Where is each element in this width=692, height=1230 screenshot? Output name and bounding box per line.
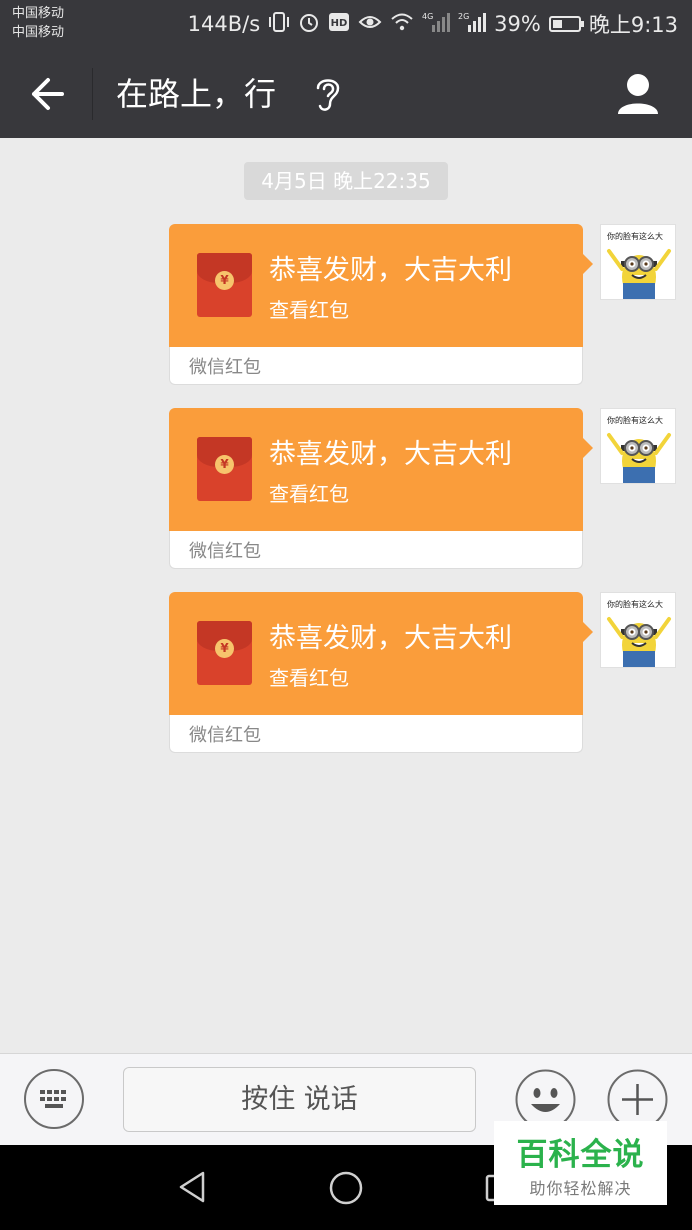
svg-text:4G: 4G [422,12,433,21]
carrier-info: 中国移动 中国移动 [12,4,64,42]
red-packet-action: 查看红包 [269,482,349,506]
red-envelope-icon: ¥ [197,621,252,685]
message-timestamp: 4月5日 晚上22:35 [244,162,448,200]
bubble-tail [583,254,593,274]
red-packet-message[interactable]: ¥ 恭喜发财，大吉大利 查看红包 微信红包 [169,224,593,385]
hd-icon: HD [328,12,350,37]
minion-avatar-image: 你的脸有这么大 [607,231,671,299]
red-envelope-icon: ¥ [197,437,252,501]
red-packet-label: 微信红包 [189,541,261,562]
avatar[interactable]: 你的脸有这么大 [600,592,676,668]
red-packet-message[interactable]: ¥ 恭喜发财，大吉大利 查看红包 微信红包 [169,592,593,753]
avatar[interactable]: 你的脸有这么大 [600,408,676,484]
red-packet-footer: 微信红包 [169,347,583,385]
red-packet-greeting: 恭喜发财，大吉大利 [269,623,512,654]
red-packet-greeting: 恭喜发财，大吉大利 [269,439,512,470]
signal-4g-icon: 4G [422,11,451,38]
chat-header: 在路上，行 [0,50,692,138]
svg-text:你的脸有这么大: 你的脸有这么大 [607,415,663,425]
battery-percent: 39% [494,12,541,36]
bubble-tail [583,438,593,458]
back-button[interactable] [20,72,74,116]
red-packet-body: ¥ 恭喜发财，大吉大利 查看红包 [169,408,583,531]
svg-text:2G: 2G [458,12,469,21]
wifi-icon [390,12,414,37]
watermark-title: 百科全说 [516,1137,645,1173]
svg-text:你的脸有这么大: 你的脸有这么大 [607,599,663,609]
carrier-1: 中国移动 [12,6,65,21]
vibrate-icon [268,11,290,38]
chat-info-button[interactable] [612,70,664,118]
coin-icon: ¥ [215,271,234,290]
red-packet-label: 微信红包 [189,357,261,378]
battery-icon [548,16,584,32]
keyboard-icon [24,1069,84,1129]
red-packet-action: 查看红包 [269,298,349,322]
battery-level [552,20,562,28]
carrier-2: 中国移动 [12,25,65,40]
hold-to-talk-button[interactable]: 按住 说话 [123,1067,476,1132]
svg-text:HD: HD [331,18,348,29]
earpiece-mode-icon [310,74,344,114]
watermark-subtitle: 助你轻松解决 [529,1179,632,1198]
svg-text:你的脸有这么大: 你的脸有这么大 [607,231,663,241]
red-packet-body: ¥ 恭喜发财，大吉大利 查看红包 [169,592,583,715]
triangle-back-icon [179,1171,205,1203]
net-speed: 144B/s [187,12,261,36]
red-packet-action: 查看红包 [269,666,349,690]
red-envelope-icon: ¥ [197,253,252,317]
bubble-tail [583,622,593,642]
coin-icon: ¥ [215,639,234,658]
red-packet-footer: 微信红包 [169,715,583,753]
person-icon [618,74,658,114]
circle-home-icon [329,1171,363,1205]
minion-avatar-image: 你的脸有这么大 [607,599,671,667]
nav-back-button[interactable] [175,1169,211,1205]
eye-icon [358,12,382,37]
red-packet-footer: 微信红包 [169,531,583,569]
back-arrow-icon [32,78,64,110]
header-divider [92,68,93,120]
status-icons: 144B/s HD 4G 2G 39% 晚上9:13 [188,8,678,40]
red-packet-body: ¥ 恭喜发财，大吉大利 查看红包 [169,224,583,347]
signal-2g-icon: 2G [458,11,487,38]
minion-avatar-image: 你的脸有这么大 [607,415,671,483]
status-bar: 中国移动 中国移动 144B/s HD 4G 2G 39% 晚上9:13 [0,0,692,50]
avatar[interactable]: 你的脸有这么大 [600,224,676,300]
red-packet-greeting: 恭喜发财，大吉大利 [269,255,512,286]
coin-icon: ¥ [215,455,234,474]
clock: 晚上9:13 [588,13,678,37]
nav-home-button[interactable] [327,1169,365,1207]
chat-title: 在路上，行 [116,75,277,113]
watermark-logo: 百科全说 助你轻松解决 [494,1121,667,1205]
red-packet-message[interactable]: ¥ 恭喜发财，大吉大利 查看红包 微信红包 [169,408,593,569]
keyboard-toggle-button[interactable] [23,1068,85,1130]
red-packet-label: 微信红包 [189,725,261,746]
alarm-icon [298,11,320,38]
